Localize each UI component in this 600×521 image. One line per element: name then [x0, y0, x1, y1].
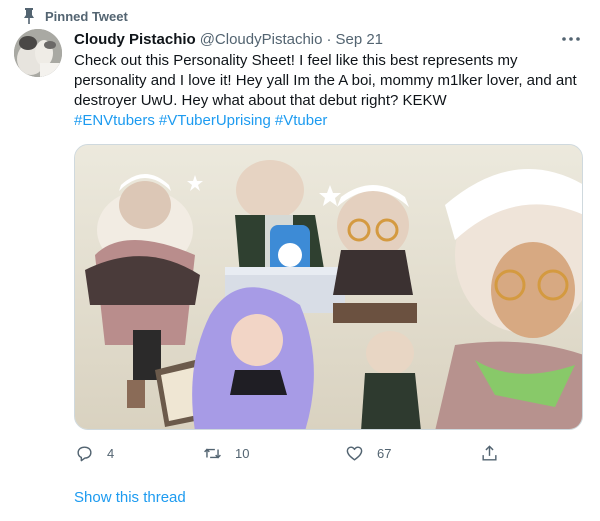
tweet-actions: 4 10 67	[74, 440, 514, 466]
show-thread-link[interactable]: Show this thread	[74, 489, 186, 506]
tweet-text: Check out this Personality Sheet! I feel…	[74, 52, 577, 109]
hashtag-list: #ENVtubers #VTuberUprising #Vtuber	[74, 111, 584, 131]
pin-icon	[21, 7, 37, 25]
tweet-card[interactable]: Pinned Tweet Cloudy Pistachio @CloudyPis…	[0, 0, 600, 521]
heart-icon	[344, 443, 364, 463]
like-button[interactable]: 67	[344, 440, 391, 466]
share-button[interactable]	[479, 440, 499, 466]
reply-count: 4	[107, 445, 115, 461]
tweet-date[interactable]: Sep 21	[335, 31, 383, 48]
share-icon	[479, 443, 499, 463]
retweet-count: 10	[235, 445, 250, 461]
hashtag-link[interactable]: #Vtuber	[275, 112, 328, 129]
header-separator: ·	[326, 30, 332, 48]
hashtag-link[interactable]: #ENVtubers	[74, 112, 155, 129]
pinned-tweet-indicator: Pinned Tweet	[24, 7, 128, 25]
retweet-icon	[202, 443, 222, 463]
reply-button[interactable]: 4	[74, 440, 114, 466]
hashtag-link[interactable]: #VTuberUprising	[159, 112, 271, 129]
avatar[interactable]	[14, 29, 62, 77]
reply-icon	[74, 443, 94, 463]
tweet-header: Cloudy Pistachio @CloudyPistachio · Sep …	[74, 29, 544, 49]
pinned-label: Pinned Tweet	[45, 8, 128, 24]
tweet-body: Check out this Personality Sheet! I feel…	[74, 51, 584, 131]
retweet-button[interactable]: 10	[202, 440, 249, 466]
author-handle[interactable]: @CloudyPistachio	[200, 31, 323, 48]
more-options-icon[interactable]	[560, 31, 582, 47]
tweet-media-image[interactable]	[74, 144, 583, 430]
like-count: 67	[377, 445, 392, 461]
author-display-name[interactable]: Cloudy Pistachio	[74, 31, 196, 48]
